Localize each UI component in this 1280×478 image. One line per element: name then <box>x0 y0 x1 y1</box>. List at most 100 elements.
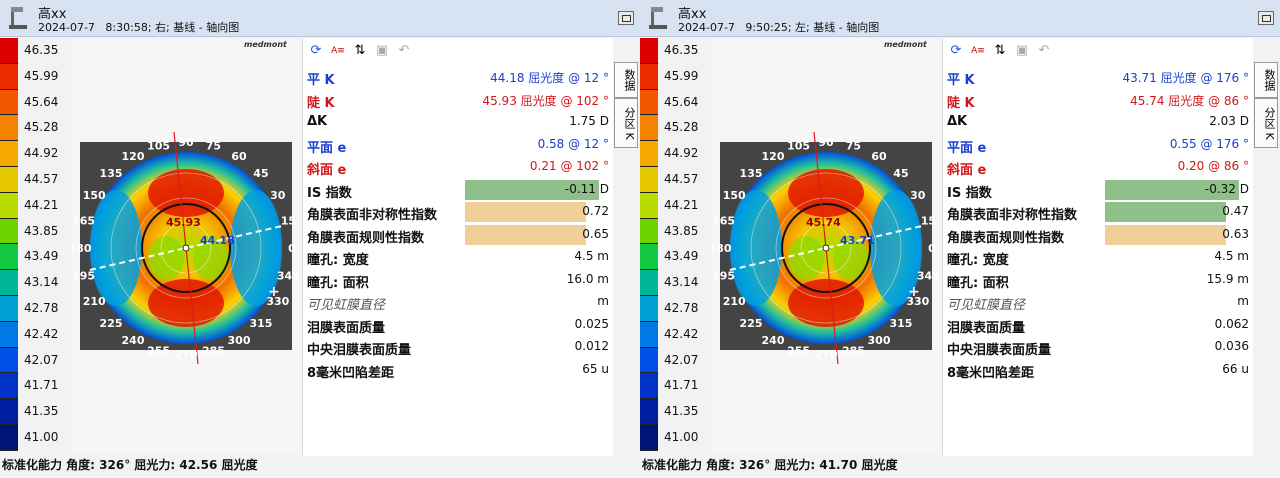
angle-label: 90 <box>178 136 194 149</box>
scale-row: 43.49 <box>0 244 70 271</box>
tab-zone-k[interactable]: 分区 K <box>614 98 638 148</box>
scale-row: 45.99 <box>640 63 710 90</box>
exam-info: 2024-07-7 9:50:25; 左; 基线 - 轴向图 <box>678 21 880 34</box>
undo-icon[interactable]: ↶ <box>1035 43 1053 59</box>
side-tabs: 数据 分区 K <box>614 38 638 148</box>
scale-swatch <box>0 270 18 296</box>
scale-row: 45.64 <box>640 89 710 116</box>
scale-row: 41.35 <box>640 399 710 425</box>
scale-value: 42.42 <box>664 326 699 341</box>
metric-label: 可见虹膜直径 <box>307 298 386 313</box>
scale-row: 44.57 <box>0 167 70 193</box>
metric-value: 1.75 D <box>569 114 609 128</box>
abc-sort-icon[interactable]: A≡ <box>329 43 347 59</box>
angle-label: 240 <box>122 334 145 347</box>
status-footer: 标准化能力 角度: 326° 屈光力: 42.56 屈光度 <box>2 458 258 472</box>
scale-swatch <box>640 347 658 374</box>
metric-row: 平面 e 0.58 @ 12 ° <box>303 134 613 156</box>
angle-label: 195 <box>712 269 735 282</box>
metric-row: 陡 K 45.74 屈光度 @ 86 ° <box>943 89 1253 111</box>
metric-label: 平 K <box>947 73 975 88</box>
metric-value: 0.47 <box>1222 204 1249 218</box>
refresh-icon[interactable]: ⟳ <box>947 43 965 59</box>
scale-row: 42.07 <box>0 347 70 374</box>
swap-icon[interactable]: ⇅ <box>991 43 1009 59</box>
maximize-button[interactable] <box>1258 11 1274 25</box>
metric-value: 44.18 屈光度 @ 12 ° <box>490 71 609 85</box>
metric-row: 瞳孔: 宽度 4.5 m <box>303 246 613 268</box>
scale-swatch <box>0 141 18 167</box>
scale-swatch <box>0 192 18 219</box>
save-icon[interactable]: ▣ <box>373 43 391 59</box>
scale-value: 41.35 <box>664 404 699 419</box>
refresh-icon[interactable]: ⟳ <box>307 43 325 59</box>
axial-map[interactable]: medmont 43.71 45.74 0 15 30 45 60 75 90 105 120 135… <box>712 38 940 453</box>
scale-value: 43.85 <box>664 223 699 238</box>
topography-map[interactable]: 43.7145.74015304560759010512013515016518… <box>712 38 940 453</box>
topographer-icon <box>649 7 667 29</box>
scale-value: 42.07 <box>664 352 699 367</box>
metric-label: 瞳孔: 面积 <box>307 275 369 291</box>
metric-row: 角膜表面非对称性指数 0.72 <box>303 201 613 223</box>
steep-k-label: 45.93 <box>166 216 201 229</box>
angle-label: 75 <box>206 140 221 153</box>
metric-label: IS 指数 <box>307 185 352 201</box>
metric-row: ΔK 1.75 D <box>303 111 613 133</box>
abc-sort-icon[interactable]: A≡ <box>969 43 987 59</box>
scale-row: 44.21 <box>0 192 70 219</box>
save-icon[interactable]: ▣ <box>1013 43 1031 59</box>
angle-label: 345 <box>277 269 300 282</box>
metric-label: 泪膜表面质量 <box>307 320 386 336</box>
metric-value: -0.11 D <box>564 181 609 196</box>
scale-swatch <box>640 218 658 245</box>
metric-row: 可见虹膜直径 m <box>303 291 613 313</box>
axial-map[interactable]: medmont 44.18 45.93 0 15 30 45 60 75 90 105 120 135… <box>72 38 300 453</box>
scale-swatch <box>0 167 18 193</box>
metric-value: 66 u <box>1222 361 1249 376</box>
scale-row: 41.00 <box>640 425 710 451</box>
center-k-label: 44.18 <box>200 234 235 247</box>
metric-value: 2.03 D <box>1209 114 1249 128</box>
metric-label: 斜面 e <box>307 163 347 178</box>
undo-icon[interactable]: ↶ <box>395 43 413 59</box>
angle-label: 255 <box>147 344 170 357</box>
scale-swatch <box>640 373 658 400</box>
metric-row: 角膜表面规则性指数 0.63 <box>943 224 1253 246</box>
toolbar: ⟳ A≡ ⇅ ▣ ↶ <box>943 38 1253 64</box>
metrics-panel: ⟳ A≡ ⇅ ▣ ↶ 平 K 44.18 屈光度 @ 12 ° 陡 K 45.93 屈… <box>302 38 613 456</box>
scale-swatch <box>640 321 658 348</box>
metric-label: 瞳孔: 面积 <box>947 275 1009 291</box>
metric-row: 斜面 e 0.21 @ 102 ° <box>303 156 613 178</box>
steep-k-label: 45.74 <box>806 216 841 229</box>
scale-swatch <box>0 89 18 116</box>
metric-row: 瞳孔: 面积 16.0 m <box>303 269 613 291</box>
metric-label: 角膜表面非对称性指数 <box>947 208 1078 223</box>
topography-map[interactable]: 44.1845.93015304560759010512013515016518… <box>72 38 300 453</box>
scale-value: 42.07 <box>24 352 59 367</box>
metric-label: 斜面 e <box>947 163 987 178</box>
maximize-button[interactable] <box>618 11 634 25</box>
scale-row: 43.85 <box>0 218 70 245</box>
metric-row: 中央泪膜表面质量 0.036 <box>943 336 1253 358</box>
metric-value: 0.63 <box>1222 226 1249 241</box>
metric-row: 中央泪膜表面质量 0.012 <box>303 336 613 358</box>
scale-swatch <box>640 167 658 193</box>
tab-data[interactable]: 数据 <box>614 62 638 98</box>
metric-value: 0.062 <box>1214 316 1249 331</box>
tab-zone-k[interactable]: 分区 K <box>1254 98 1278 148</box>
metric-label: 平面 e <box>307 140 347 156</box>
metric-label: ΔK <box>947 114 968 129</box>
scale-row: 42.78 <box>640 296 710 322</box>
scale-value: 42.78 <box>664 301 699 315</box>
angle-label: 315 <box>889 317 912 330</box>
angle-label: 285 <box>202 344 225 357</box>
swap-icon[interactable]: ⇅ <box>351 43 369 59</box>
metric-row: 8毫米凹陷差距 66 u <box>943 359 1253 381</box>
metric-value: m <box>597 294 609 308</box>
scale-row: 43.49 <box>640 244 710 271</box>
metric-label: 角膜表面非对称性指数 <box>307 208 438 223</box>
tab-data[interactable]: 数据 <box>1254 62 1278 98</box>
metric-value: 0.20 @ 86 ° <box>1177 159 1249 173</box>
scale-row: 44.92 <box>0 141 70 167</box>
metric-label: 陡 K <box>307 95 335 111</box>
